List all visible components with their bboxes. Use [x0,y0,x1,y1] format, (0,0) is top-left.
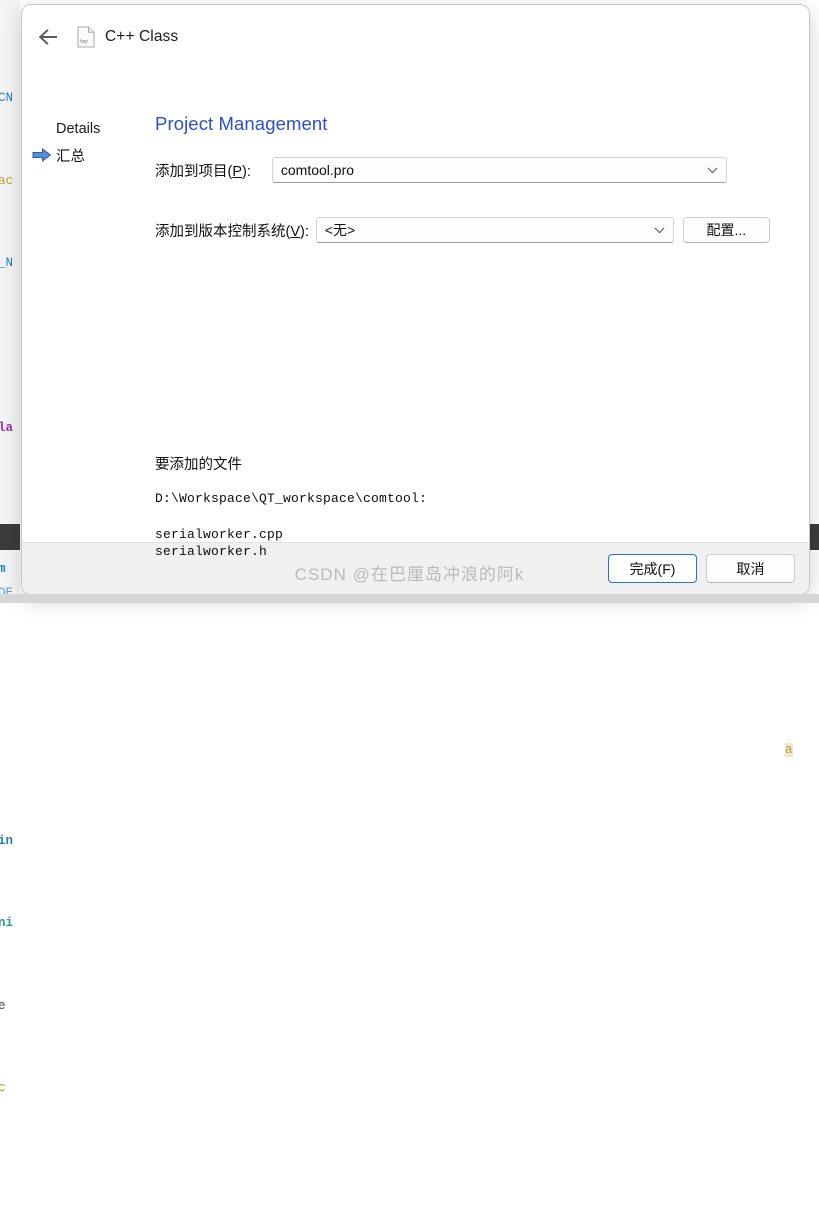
sidebar-step-summary[interactable]: 汇总 [22,144,147,166]
configure-button[interactable]: 配置... [682,217,770,243]
version-control-combobox-value: <无> [324,222,356,238]
form-row-project: 添加到项目(P): comtool.pro [155,157,809,183]
project-combobox[interactable]: comtool.pro [271,157,727,183]
sidebar-step-label: 汇总 [56,148,85,165]
svg-text:hpp: hpp [80,39,88,44]
dialog-header: hpp C++ Class [22,5,809,69]
wizard-dialog: hpp C++ Class Details 汇总 Project Managem… [22,5,809,594]
file-entry: serialworker.cpp [155,527,284,542]
finish-button[interactable]: 完成(F) [608,554,697,583]
dialog-title: C++ Class [105,28,179,45]
files-to-add-section: 要添加的文件 D:\Workspace\QT_workspace\comtool… [155,453,427,560]
chevron-down-icon [706,167,720,174]
version-control-combobox[interactable]: <无> [315,217,674,243]
wizard-content: Project Management 添加到项目(P): comtool.pro… [147,69,809,559]
label-add-to-version-control: 添加到版本控制系统(V): [155,223,309,240]
wizard-sidebar: Details 汇总 [22,69,147,542]
files-to-add-heading: 要添加的文件 [155,457,242,473]
project-combobox-value: comtool.pro [280,162,355,178]
background-code-left: CN ac _N la DE in ni e c c c e: c vt [0,91,14,1095]
blue-arrow-icon [32,148,54,162]
page-title: Project Management [155,113,328,134]
sidebar-heading: Details [56,121,101,137]
files-target-path: D:\Workspace\QT_workspace\comtool: [155,491,428,506]
label-add-to-project: 添加到项目(P): [155,163,251,180]
background-dark-strip-left [0,524,20,550]
cpp-file-icon: hpp [77,26,95,48]
file-entry: serialworker.h [155,544,268,559]
dialog-body: Details 汇总 Project Management 添加到项目(P): … [22,69,809,559]
cancel-button[interactable]: 取消 [706,554,795,583]
chevron-down-icon [653,227,667,234]
back-arrow-icon[interactable] [30,18,68,56]
background-status-left: m [0,562,6,576]
form-row-version-control: 添加到版本控制系统(V): <无> 配置... [155,217,809,243]
background-bottom-bar [0,594,819,603]
